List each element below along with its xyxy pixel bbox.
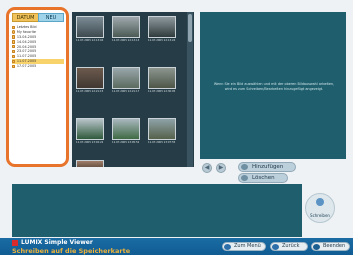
date-label: 14.04.2005	[16, 39, 37, 44]
thumbnail[interactable]	[76, 118, 104, 140]
back-button[interactable]: Zurück	[270, 242, 308, 251]
thumbnail-caption: 11.07.2005 12:13:13	[112, 39, 140, 42]
write-icon	[316, 198, 324, 206]
date-label: 20.04.2005	[16, 44, 37, 49]
thumbnail-caption: 11.07.2005 12:13:04	[76, 39, 104, 42]
date-label: 11.07.2005	[16, 54, 37, 59]
delete-button[interactable]: Löschen	[238, 173, 288, 183]
date-panel: DATUM NEU Letztes Bild My favorite 13.04…	[6, 7, 69, 167]
folder-icon	[12, 54, 16, 59]
folder-icon	[12, 25, 16, 29]
thumbnail[interactable]	[148, 67, 176, 89]
previous-button[interactable]: ◀	[202, 163, 212, 173]
date-item[interactable]: 11.07.2005	[12, 54, 64, 58]
date-item[interactable]: My favorite	[12, 30, 64, 34]
tab-new[interactable]: NEU	[38, 13, 64, 22]
date-item[interactable]: Letztes Bild	[12, 25, 64, 29]
date-list: Letztes Bild My favorite 13.04.2005 14.0…	[12, 25, 64, 69]
date-label: 11.07.2005	[16, 59, 37, 64]
date-label: Letztes Bild	[16, 25, 37, 29]
panel-tabs: DATUM NEU	[12, 13, 64, 22]
thumbnail-caption: 11.07.2005 12:21:15	[76, 90, 104, 93]
thumbnail[interactable]	[148, 118, 176, 140]
date-label: 23.07.2005	[16, 49, 37, 54]
folder-icon	[12, 49, 16, 54]
lumix-logo-icon	[12, 240, 18, 246]
scrollbar-thumb[interactable]	[188, 14, 192, 42]
delete-label: Löschen	[252, 175, 275, 181]
date-label: 17.07.2005	[16, 64, 37, 69]
write-label: Schreiben	[310, 213, 330, 218]
thumbnail-caption: 11.07.2005 12:21:17	[112, 90, 140, 93]
add-button[interactable]: Hinzufügen	[238, 162, 296, 172]
thumbnail[interactable]	[112, 16, 140, 38]
menu-label: Zum Menü	[234, 243, 261, 249]
folder-icon	[12, 35, 16, 39]
folder-icon	[12, 45, 16, 49]
date-item[interactable]: 17.07.2005	[12, 64, 64, 68]
home-icon	[224, 243, 231, 250]
date-item[interactable]: 20.04.2005	[12, 45, 64, 49]
delete-icon	[241, 175, 248, 181]
thumbnail[interactable]	[148, 16, 176, 38]
thumbnail[interactable]	[76, 160, 104, 167]
date-label: 13.04.2005	[16, 34, 37, 39]
screen-subtitle: Schreiben auf die Speicherkarte	[12, 247, 131, 255]
thumbnail-caption: 11.07.2005 13:07:55	[148, 141, 176, 144]
star-icon	[12, 30, 16, 34]
folder-icon	[12, 59, 16, 64]
thumbnail-panel: 11.07.2005 12:13:04 11.07.2005 12:13:13 …	[72, 12, 194, 167]
menu-button[interactable]: Zum Menü	[222, 242, 266, 251]
next-button[interactable]: ▶	[216, 163, 226, 173]
thumbnail[interactable]	[112, 67, 140, 89]
back-label: Zurück	[282, 243, 300, 249]
add-label: Hinzufügen	[252, 164, 284, 170]
date-item[interactable]: 14.04.2005	[12, 40, 64, 44]
exit-label: Beenden	[323, 243, 346, 249]
preview-message: Wenn Sie ein Bild auswählen und mit der …	[213, 82, 335, 91]
date-item[interactable]: 23.07.2005	[12, 49, 64, 53]
thumbnail-caption: 11.07.2005 12:13:24	[148, 39, 176, 42]
thumbnail[interactable]	[76, 16, 104, 38]
thumbnail[interactable]	[76, 67, 104, 89]
folder-icon	[12, 64, 16, 69]
close-icon	[313, 243, 320, 250]
exit-button[interactable]: Beenden	[311, 242, 350, 251]
date-item[interactable]: 13.04.2005	[12, 35, 64, 39]
tab-date[interactable]: DATUM	[12, 13, 39, 22]
app-title: LUMIX Simple Viewer	[21, 239, 93, 246]
folder-icon	[12, 40, 16, 44]
thumbnail-caption: 11.07.2005 12:30:05	[148, 90, 176, 93]
thumbnail-caption: 11.07.2005 13:02:22	[76, 141, 104, 144]
back-icon	[272, 243, 279, 250]
date-item-selected[interactable]: 11.07.2005	[12, 59, 64, 64]
date-label: My favorite	[16, 29, 37, 34]
plus-icon	[241, 164, 248, 170]
thumbnail-caption: 11.07.2005 13:05:52	[112, 141, 140, 144]
write-list-area	[12, 184, 302, 237]
thumbnail[interactable]	[112, 118, 140, 140]
